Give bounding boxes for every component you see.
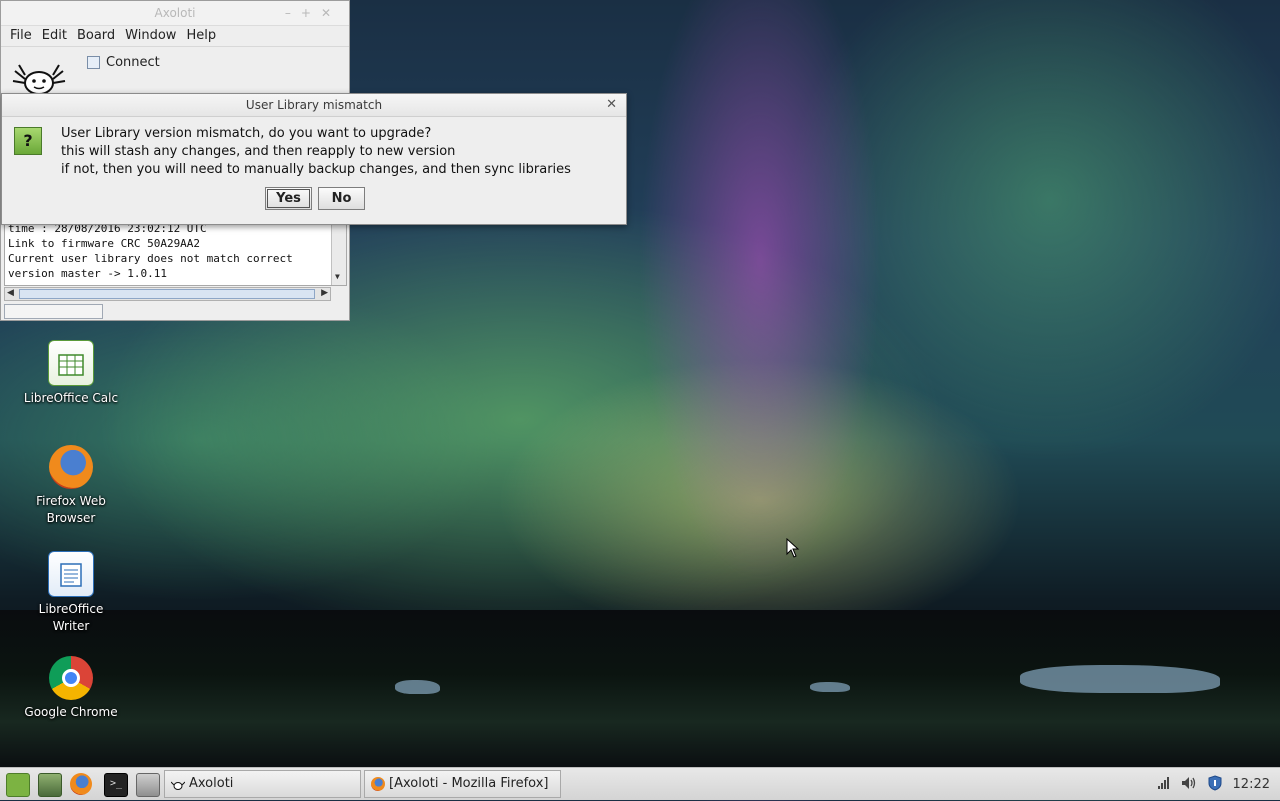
wallpaper-ice [1020,665,1220,693]
dialog-message-line: User Library version mismatch, do you wa… [61,126,432,141]
menu-window[interactable]: Window [120,26,181,46]
libreoffice-writer-icon [48,551,94,597]
window-controls[interactable]: –+✕ [285,1,341,25]
desktop-icon-libreoffice-calc[interactable]: LibreOffice Calc [23,340,119,407]
scroll-right-arrow-icon[interactable]: ▶ [321,288,328,298]
desktop-icon-libreoffice-writer[interactable]: LibreOffice Writer [23,551,119,635]
desktop-icon-chrome[interactable]: Google Chrome [23,656,119,721]
console-line: Current user library does not match corr… [8,252,293,265]
menu-edit[interactable]: Edit [37,26,72,46]
clock[interactable]: 12:22 [1233,777,1270,792]
taskbar: >_ Axoloti [Axoloti - Mozilla Firefox] 1… [0,767,1280,800]
firefox-icon [49,445,93,489]
scrollbar-thumb[interactable] [19,289,315,299]
close-icon[interactable]: ✕ [606,94,617,116]
connect-checkbox-row[interactable]: Connect [87,55,160,70]
dialog-title: User Library mismatch [245,98,383,112]
volume-icon[interactable] [1181,776,1197,794]
mint-menu-icon[interactable] [6,773,30,797]
mouse-cursor-icon [786,538,800,558]
desktop-icon-firefox[interactable]: Firefox Web Browser [23,445,119,527]
network-icon[interactable] [1157,776,1171,794]
firefox-icon[interactable] [70,773,92,795]
no-button[interactable]: No [318,187,365,210]
system-tray: 12:22 [1157,768,1280,801]
console-line: Link to firmware CRC 50A29AA2 [8,237,201,250]
taskbar-task-label: [Axoloti - Mozilla Firefox] [389,776,549,791]
taskbar-task-axoloti[interactable]: Axoloti [164,770,361,798]
status-progress-field [4,304,103,319]
firefox-icon [371,777,385,791]
console-line: version master -> 1.0.11 [8,267,167,280]
dialog-titlebar[interactable]: User Library mismatch ✕ [2,94,626,117]
yes-button[interactable]: Yes [265,187,312,210]
user-library-mismatch-dialog[interactable]: User Library mismatch ✕ ? User Library v… [1,93,627,225]
window-titlebar[interactable]: Axoloti –+✕ [1,1,349,26]
taskbar-task-label: Axoloti [189,776,234,791]
chrome-icon [49,656,93,700]
console-log[interactable]: time : 28/08/2016 23:02:12 UTC Link to fi… [4,223,347,286]
console-horizontal-scrollbar[interactable]: ◀ ▶ [4,287,331,301]
menu-board[interactable]: Board [72,26,120,46]
axoloti-logo-icon [12,64,66,95]
desktop-icon-label: Google Chrome [24,705,118,719]
wallpaper-ice [395,680,440,694]
files-icon[interactable] [136,773,160,797]
desktop-icon-label: LibreOffice Calc [23,391,119,405]
console-vertical-scrollbar[interactable]: ▼ [331,224,346,285]
dialog-message: User Library version mismatch, do you wa… [61,125,571,179]
window-title: Axoloti [154,6,196,20]
connect-checkbox[interactable] [87,56,100,69]
console-lines: time : 28/08/2016 23:02:12 UTC Link to fi… [8,224,293,281]
wallpaper-ice [810,682,850,692]
terminal-icon[interactable]: >_ [104,773,128,797]
axoloti-app-icon [171,781,185,790]
desktop-icon-label: Firefox Web Browser [36,494,106,525]
scroll-left-arrow-icon[interactable]: ◀ [7,288,14,298]
desktop-icon-label: LibreOffice Writer [38,602,104,633]
menu-file[interactable]: File [5,26,37,46]
connect-label: Connect [106,55,160,70]
menubar: File Edit Board Window Help [1,26,349,47]
scroll-down-arrow-icon[interactable]: ▼ [335,269,340,284]
show-desktop-icon[interactable] [38,773,62,797]
dialog-message-line: this will stash any changes, and then re… [61,144,456,159]
taskbar-task-firefox[interactable]: [Axoloti - Mozilla Firefox] [364,770,561,798]
question-icon: ? [14,127,42,155]
dialog-message-line: if not, then you will need to manually b… [61,162,571,177]
update-shield-icon[interactable] [1207,774,1223,795]
libreoffice-calc-icon [48,340,94,386]
menu-help[interactable]: Help [181,26,221,46]
